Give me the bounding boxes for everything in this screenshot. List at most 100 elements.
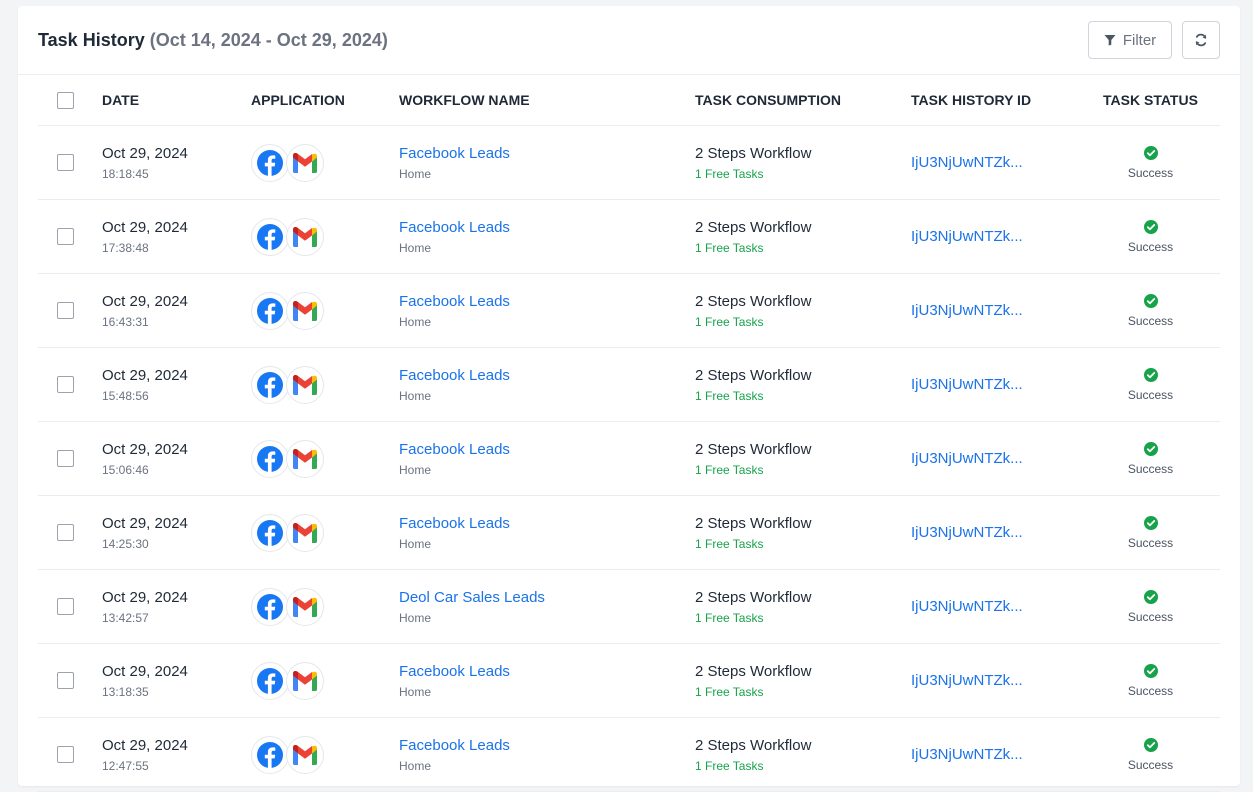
task-consumption: 2 Steps Workflow xyxy=(695,588,812,606)
workflow-folder: Home xyxy=(399,388,432,403)
task-history-id-link[interactable]: IjU3NjUwNTZk... xyxy=(911,524,1081,541)
column-header-task-consumption[interactable]: TASK CONSUMPTION xyxy=(695,75,911,126)
workflow-folder: Home xyxy=(399,462,432,477)
table-row: Oct 29, 2024 14:25:30 Facebook Leads Hom… xyxy=(38,495,1220,570)
facebook-icon xyxy=(251,439,289,478)
status-label: Success xyxy=(1127,165,1174,180)
gmail-icon xyxy=(286,365,324,404)
facebook-icon xyxy=(251,143,289,182)
row-checkbox[interactable] xyxy=(57,524,74,541)
task-history-id-link[interactable]: IjU3NjUwNTZk... xyxy=(911,672,1081,689)
task-time: 13:42:57 xyxy=(102,610,149,625)
application-icons xyxy=(251,439,399,478)
column-header-workflow-name[interactable]: WORKFLOW NAME xyxy=(399,75,695,126)
free-tasks-count: 1 Free Tasks xyxy=(695,610,764,625)
status-label: Success xyxy=(1127,609,1174,624)
workflow-name-link[interactable]: Facebook Leads xyxy=(399,145,695,162)
task-history-table: DATE APPLICATION WORKFLOW NAME TASK CONS… xyxy=(38,75,1220,792)
workflow-folder: Home xyxy=(399,314,432,329)
filter-button-label: Filter xyxy=(1122,31,1157,49)
task-date: Oct 29, 2024 xyxy=(102,292,188,310)
task-time: 17:38:48 xyxy=(102,240,149,255)
task-status: Success xyxy=(1081,367,1220,402)
task-history-id-link[interactable]: IjU3NjUwNTZk... xyxy=(911,746,1081,763)
status-label: Success xyxy=(1127,757,1174,772)
refresh-button[interactable] xyxy=(1182,21,1220,59)
gmail-icon xyxy=(286,661,324,700)
workflow-name-link[interactable]: Facebook Leads xyxy=(399,737,695,754)
row-checkbox[interactable] xyxy=(57,672,74,689)
facebook-icon xyxy=(251,291,289,330)
workflow-name-link[interactable]: Facebook Leads xyxy=(399,367,695,384)
task-history-id-link[interactable]: IjU3NjUwNTZk... xyxy=(911,376,1081,393)
workflow-name-link[interactable]: Facebook Leads xyxy=(399,441,695,458)
workflow-name-link[interactable]: Deol Car Sales Leads xyxy=(399,589,695,606)
task-consumption: 2 Steps Workflow xyxy=(695,736,812,754)
gmail-icon xyxy=(286,513,324,552)
task-date: Oct 29, 2024 xyxy=(102,218,188,236)
workflow-folder: Home xyxy=(399,610,432,625)
application-icons xyxy=(251,365,399,404)
task-history-id-link[interactable]: IjU3NjUwNTZk... xyxy=(911,154,1081,171)
task-status: Success xyxy=(1081,145,1220,180)
facebook-icon xyxy=(251,661,289,700)
column-header-application[interactable]: APPLICATION xyxy=(251,75,399,126)
application-icons xyxy=(251,513,399,552)
workflow-folder: Home xyxy=(399,758,432,773)
card-header: Task History (Oct 14, 2024 - Oct 29, 202… xyxy=(18,6,1240,75)
facebook-icon xyxy=(251,217,289,256)
row-checkbox[interactable] xyxy=(57,376,74,393)
table-row: Oct 29, 2024 16:43:31 Facebook Leads Hom… xyxy=(38,273,1220,348)
task-time: 13:18:35 xyxy=(102,684,149,699)
task-consumption: 2 Steps Workflow xyxy=(695,440,812,458)
task-time: 12:47:55 xyxy=(102,758,149,773)
row-checkbox[interactable] xyxy=(57,450,74,467)
column-header-task-history-id[interactable]: TASK HISTORY ID xyxy=(911,75,1081,126)
task-date: Oct 29, 2024 xyxy=(102,736,188,754)
row-checkbox[interactable] xyxy=(57,302,74,319)
row-checkbox[interactable] xyxy=(57,598,74,615)
success-check-icon xyxy=(1143,737,1158,752)
application-icons xyxy=(251,661,399,700)
application-icons xyxy=(251,291,399,330)
refresh-icon xyxy=(1195,33,1207,47)
gmail-icon xyxy=(286,735,324,774)
column-header-date[interactable]: DATE xyxy=(102,75,251,126)
workflow-name-link[interactable]: Facebook Leads xyxy=(399,219,695,236)
gmail-icon xyxy=(286,587,324,626)
task-consumption: 2 Steps Workflow xyxy=(695,662,812,680)
table-row: Oct 29, 2024 15:48:56 Facebook Leads Hom… xyxy=(38,347,1220,422)
task-time: 18:18:45 xyxy=(102,166,149,181)
row-checkbox[interactable] xyxy=(57,154,74,171)
task-status: Success xyxy=(1081,589,1220,624)
gmail-icon xyxy=(286,439,324,478)
row-checkbox[interactable] xyxy=(57,228,74,245)
workflow-name-link[interactable]: Facebook Leads xyxy=(399,293,695,310)
task-history-id-link[interactable]: IjU3NjUwNTZk... xyxy=(911,450,1081,467)
success-check-icon xyxy=(1143,515,1158,530)
task-history-id-link[interactable]: IjU3NjUwNTZk... xyxy=(911,302,1081,319)
workflow-name-link[interactable]: Facebook Leads xyxy=(399,515,695,532)
status-label: Success xyxy=(1127,683,1174,698)
workflow-name-link[interactable]: Facebook Leads xyxy=(399,663,695,680)
success-check-icon xyxy=(1143,589,1158,604)
task-consumption: 2 Steps Workflow xyxy=(695,514,812,532)
free-tasks-count: 1 Free Tasks xyxy=(695,758,764,773)
success-check-icon xyxy=(1143,219,1158,234)
task-history-id-link[interactable]: IjU3NjUwNTZk... xyxy=(911,598,1081,615)
filter-button[interactable]: Filter xyxy=(1088,21,1172,59)
select-all-checkbox[interactable] xyxy=(57,91,74,109)
task-status: Success xyxy=(1081,515,1220,550)
success-check-icon xyxy=(1143,145,1158,160)
workflow-folder: Home xyxy=(399,166,432,181)
status-label: Success xyxy=(1127,461,1174,476)
task-history-id-link[interactable]: IjU3NjUwNTZk... xyxy=(911,228,1081,245)
success-check-icon xyxy=(1143,293,1158,308)
column-header-task-status[interactable]: TASK STATUS xyxy=(1081,75,1220,126)
facebook-icon xyxy=(251,513,289,552)
table-body: Oct 29, 2024 18:18:45 Facebook Leads Hom… xyxy=(38,125,1220,792)
gmail-icon xyxy=(286,217,324,256)
task-consumption: 2 Steps Workflow xyxy=(695,218,812,236)
filter-icon xyxy=(1104,35,1116,46)
row-checkbox[interactable] xyxy=(57,746,74,763)
